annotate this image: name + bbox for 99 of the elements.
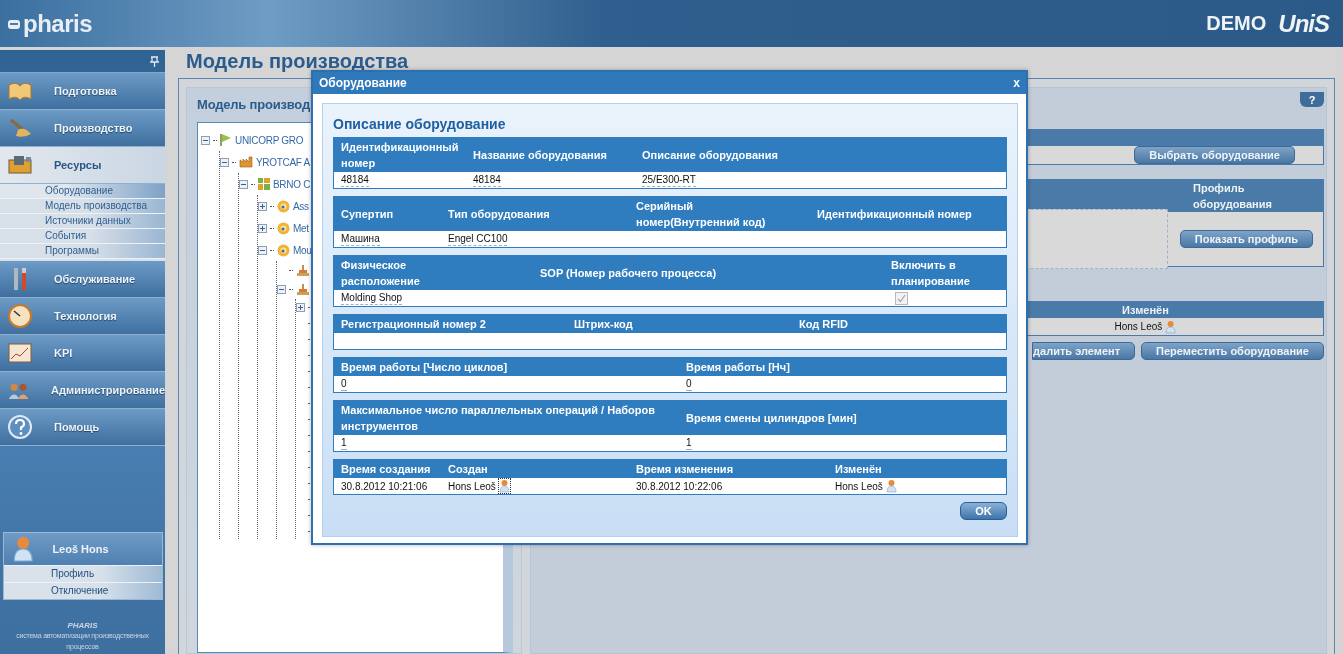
field-value: 1: [686, 436, 692, 450]
nav-subitem[interactable]: Модель производства: [0, 199, 165, 214]
collapse-toggle[interactable]: [220, 157, 229, 167]
nav-item[interactable]: Ресурсы: [0, 147, 165, 184]
action-button[interactable]: далить элемент: [1032, 342, 1136, 360]
field-label: Идентификационный номер: [816, 207, 973, 222]
field-label: Время создания: [340, 462, 432, 477]
press-icon: [296, 264, 310, 277]
nav-subitem[interactable]: Программы: [0, 244, 165, 259]
press-icon: [296, 283, 310, 296]
user-icon: [1165, 319, 1177, 334]
field-value: 30.8.2012 10:21:06: [341, 479, 428, 493]
field-value: Машина: [341, 232, 380, 246]
field-label: Время работы [Нч]: [685, 360, 791, 375]
section-heading: Описание оборудование: [333, 116, 507, 132]
show-profile-button[interactable]: Показать профиль: [1179, 230, 1313, 248]
help-icon: [6, 413, 34, 441]
field-label: Максимальное число параллельных операций / Наборов инструментов: [340, 403, 656, 434]
nav-subitem[interactable]: События: [0, 229, 165, 244]
field-label: Физическое расположение: [340, 258, 421, 289]
user-link[interactable]: Отключение: [4, 582, 162, 599]
field-value: 25/E300-RT: [642, 173, 696, 187]
blocks-icon: [258, 178, 270, 190]
expand-toggle[interactable]: [258, 201, 267, 211]
nav-item[interactable]: KPI: [0, 335, 165, 372]
column-header: Профиль оборудования: [1193, 181, 1273, 212]
logo: pharis: [23, 9, 93, 38]
field-value: 1: [341, 436, 347, 450]
user-name: Leoš Hons: [52, 543, 109, 555]
field-label: Время изменения: [635, 462, 735, 477]
nav-item[interactable]: Администрирование: [0, 372, 165, 409]
logo-icon: [8, 17, 20, 30]
ok-button[interactable]: OK: [960, 502, 1007, 520]
nav-item[interactable]: Подготовка: [0, 73, 165, 110]
field-label: Регистрационный номер 2: [340, 317, 487, 332]
disc-icon: [277, 221, 290, 235]
field-label: Серийный номер(Внутренний код): [635, 199, 767, 230]
field-value: Engel CC100: [448, 232, 508, 246]
field-value: 48184: [473, 173, 501, 187]
expand-toggle[interactable]: [258, 223, 267, 233]
close-button[interactable]: x: [1013, 76, 1020, 90]
collapse-toggle[interactable]: [258, 245, 267, 255]
field-value: 0: [686, 377, 692, 391]
tree-item[interactable]: UNICORP GRO: [235, 134, 304, 146]
nav-item[interactable]: Производство: [0, 110, 165, 147]
field-label: Штрих-код: [573, 317, 634, 332]
field-label: Тип оборудования: [447, 207, 551, 222]
field-value: Molding Shop: [341, 291, 403, 305]
disc-icon: [277, 199, 290, 213]
collapse-toggle[interactable]: [239, 179, 248, 189]
tree-item[interactable]: Ass: [293, 200, 309, 212]
expand-toggle[interactable]: [296, 302, 305, 312]
field-label: SOP (Номер рабочего процесса): [539, 266, 718, 281]
nav-item[interactable]: Помощь: [0, 409, 165, 446]
tree-item[interactable]: Met: [293, 222, 309, 234]
collapse-toggle[interactable]: [277, 285, 286, 294]
field-value: Hons Leoš: [835, 479, 883, 493]
field-value: 30.8.2012 10:22:06: [636, 479, 723, 493]
user-link[interactable]: Профиль: [4, 565, 162, 582]
field-label: Изменён: [834, 462, 883, 477]
tree-item[interactable]: BRNO C: [273, 178, 311, 190]
nav-subitem[interactable]: Источники данных: [0, 214, 165, 229]
dialog-title: Оборудование: [319, 76, 407, 90]
nav-item[interactable]: Обслуживание: [0, 261, 165, 298]
tree-item[interactable]: Mou: [293, 244, 312, 256]
field-value: Hons Leoš: [448, 479, 496, 493]
checkbox[interactable]: [895, 291, 908, 305]
collapse-toggle[interactable]: [201, 135, 210, 145]
field-label: Код RFID: [798, 317, 849, 332]
disc-icon: [277, 243, 290, 257]
user-icon: [12, 535, 35, 563]
select-equipment-button[interactable]: Выбрать оборудование: [1134, 146, 1295, 164]
field-label: Описание оборудования: [641, 148, 779, 163]
tree-item[interactable]: YROTCAF A: [256, 156, 310, 168]
nav-item[interactable]: Технология: [0, 298, 165, 335]
page-title: Модель производства: [185, 50, 410, 74]
gauge-icon: [6, 302, 34, 330]
pin-icon[interactable]: [150, 55, 159, 67]
field-value: 0: [341, 377, 347, 391]
field-label: Включить в планирование: [890, 258, 971, 289]
field-label: Идентификационный номер: [340, 140, 460, 171]
field-label: Время работы [Число циклов]: [340, 360, 509, 375]
user-icon[interactable]: [498, 479, 510, 493]
panel-title: Модель производ: [196, 96, 311, 114]
field-label: Время смены цилиндров [мин]: [685, 411, 858, 426]
factory-icon: [239, 156, 253, 168]
field-label: Название оборудования: [472, 148, 608, 163]
action-button[interactable]: Переместить оборудование: [1141, 342, 1324, 360]
column-header: Изменён: [1121, 303, 1170, 318]
footer-logo: PHARIS: [67, 621, 98, 630]
edition-label: DEMO: [1206, 12, 1267, 35]
field-label: Супертип: [340, 207, 395, 222]
field-label: Создан: [447, 462, 489, 477]
user-name: Hons Leoš: [1114, 321, 1163, 332]
nav-subitem[interactable]: Оборудование: [0, 184, 165, 199]
field-value: 48184: [341, 173, 369, 187]
flag-icon: [220, 133, 232, 147]
help-button[interactable]: ?: [1300, 92, 1324, 107]
brand-logo: UniS: [1278, 9, 1329, 38]
